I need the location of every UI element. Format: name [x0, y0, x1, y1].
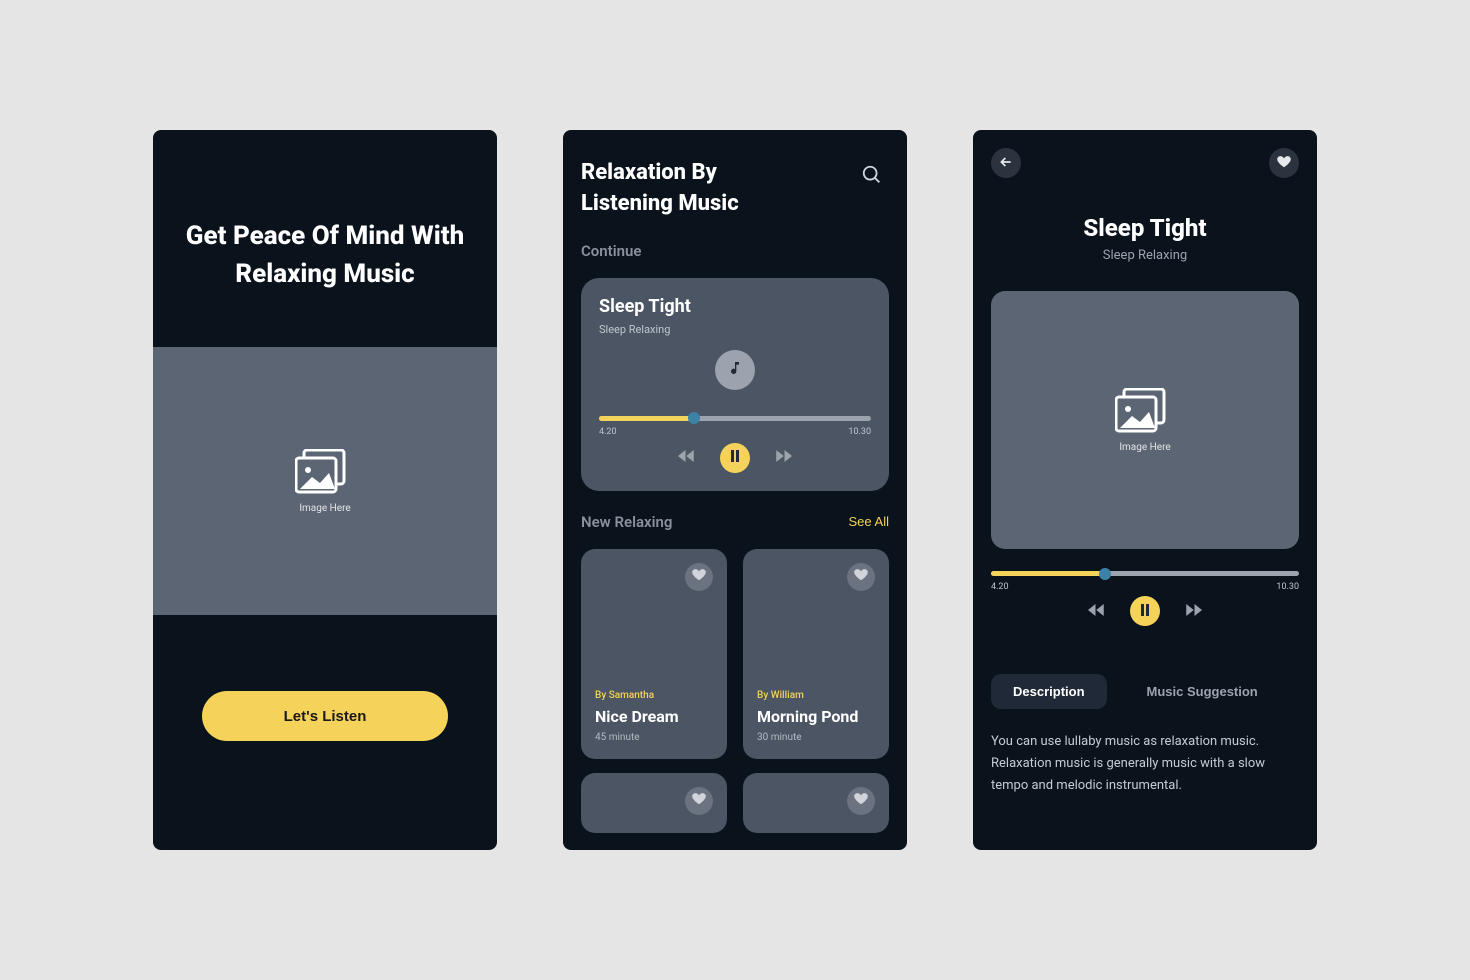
detail-image-placeholder: Image Here — [991, 291, 1299, 549]
time-total: 10.30 — [848, 427, 871, 437]
time-elapsed: 4.20 — [991, 582, 1009, 592]
continue-label: Continue — [581, 242, 889, 260]
forward-button[interactable] — [1184, 603, 1202, 620]
forward-icon — [1184, 603, 1202, 620]
search-icon — [861, 174, 883, 189]
description-text: You can use lullaby music as relaxation … — [991, 731, 1299, 797]
image-icon — [295, 449, 355, 497]
pause-icon — [1140, 604, 1150, 619]
pause-button[interactable] — [720, 443, 750, 473]
track-grid-row2 — [581, 773, 889, 833]
back-button[interactable] — [991, 148, 1021, 178]
favorite-button[interactable] — [685, 787, 713, 815]
favorite-button[interactable] — [847, 787, 875, 815]
progress-track[interactable] — [991, 571, 1299, 576]
onboarding-headline: Get Peace Of Mind With Relaxing Music — [153, 130, 497, 293]
detail-player-controls — [991, 596, 1299, 626]
track-title: Morning Pond — [757, 707, 875, 726]
home-title: Relaxation By Listening Music — [581, 158, 739, 220]
favorite-button[interactable] — [685, 563, 713, 591]
screen-onboarding: Get Peace Of Mind With Relaxing Music Im… — [153, 130, 497, 850]
favorite-button[interactable] — [1269, 148, 1299, 178]
time-total: 10.30 — [1276, 582, 1299, 592]
progress-track[interactable] — [599, 416, 871, 421]
heart-icon — [1277, 155, 1291, 172]
detail-topbar — [991, 148, 1299, 178]
image-icon — [1115, 388, 1175, 436]
track-card[interactable] — [743, 773, 889, 833]
track-card[interactable]: By Samantha Nice Dream 45 minute — [581, 549, 727, 759]
detail-title: Sleep Tight — [991, 214, 1299, 242]
track-title: Nice Dream — [595, 707, 713, 726]
image-caption: Image Here — [1119, 442, 1170, 453]
forward-button[interactable] — [774, 449, 792, 466]
progress-fill — [599, 416, 694, 421]
track-duration: 45 minute — [595, 732, 713, 743]
tab-description[interactable]: Description — [991, 674, 1107, 709]
music-note-badge — [715, 350, 755, 390]
progress-fill — [991, 571, 1105, 576]
music-note-icon — [727, 360, 743, 380]
rewind-icon — [1088, 603, 1106, 620]
track-card[interactable] — [581, 773, 727, 833]
new-relaxing-header: New Relaxing See All — [581, 513, 889, 531]
heart-icon — [692, 792, 706, 809]
rewind-icon — [678, 449, 696, 466]
track-grid: By Samantha Nice Dream 45 minute By Will… — [581, 549, 889, 759]
image-caption: Image Here — [299, 503, 350, 514]
time-elapsed: 4.20 — [599, 427, 617, 437]
detail-subtitle: Sleep Relaxing — [991, 248, 1299, 263]
detail-progress-container: 4.20 10.30 — [991, 571, 1299, 592]
new-relaxing-label: New Relaxing — [581, 513, 672, 531]
track-card[interactable]: By William Morning Pond 30 minute — [743, 549, 889, 759]
favorite-button[interactable] — [847, 563, 875, 591]
progress-times: 4.20 10.30 — [599, 427, 871, 437]
heart-icon — [692, 568, 706, 585]
see-all-button[interactable]: See All — [849, 514, 889, 529]
pause-icon — [730, 450, 740, 465]
progress-times: 4.20 10.30 — [991, 582, 1299, 592]
rewind-button[interactable] — [678, 449, 696, 466]
heart-icon — [854, 568, 868, 585]
player-track-subtitle: Sleep Relaxing — [599, 323, 871, 336]
home-header: Relaxation By Listening Music — [581, 158, 889, 220]
heart-icon — [854, 792, 868, 809]
progress-thumb[interactable] — [688, 412, 700, 424]
arrow-left-icon — [998, 154, 1014, 173]
player-controls — [599, 443, 871, 473]
screen-detail: Sleep Tight Sleep Relaxing Image Here 4.… — [973, 130, 1317, 850]
onboarding-image-placeholder: Image Here — [153, 347, 497, 615]
progress-container: 4.20 10.30 — [599, 416, 871, 437]
continue-player-card[interactable]: Sleep Tight Sleep Relaxing 4.20 10.30 — [581, 278, 889, 491]
forward-icon — [774, 449, 792, 466]
pause-button[interactable] — [1130, 596, 1160, 626]
lets-listen-button[interactable]: Let's Listen — [202, 691, 448, 741]
screen-home: Relaxation By Listening Music Continue S… — [563, 130, 907, 850]
progress-thumb[interactable] — [1099, 568, 1111, 580]
search-button[interactable] — [855, 158, 889, 195]
detail-tabs: Description Music Suggestion — [991, 674, 1299, 709]
player-track-title: Sleep Tight — [599, 296, 871, 317]
track-author: By Samantha — [595, 690, 713, 701]
tab-music-suggestion[interactable]: Music Suggestion — [1125, 674, 1280, 709]
rewind-button[interactable] — [1088, 603, 1106, 620]
track-author: By William — [757, 690, 875, 701]
track-duration: 30 minute — [757, 732, 875, 743]
